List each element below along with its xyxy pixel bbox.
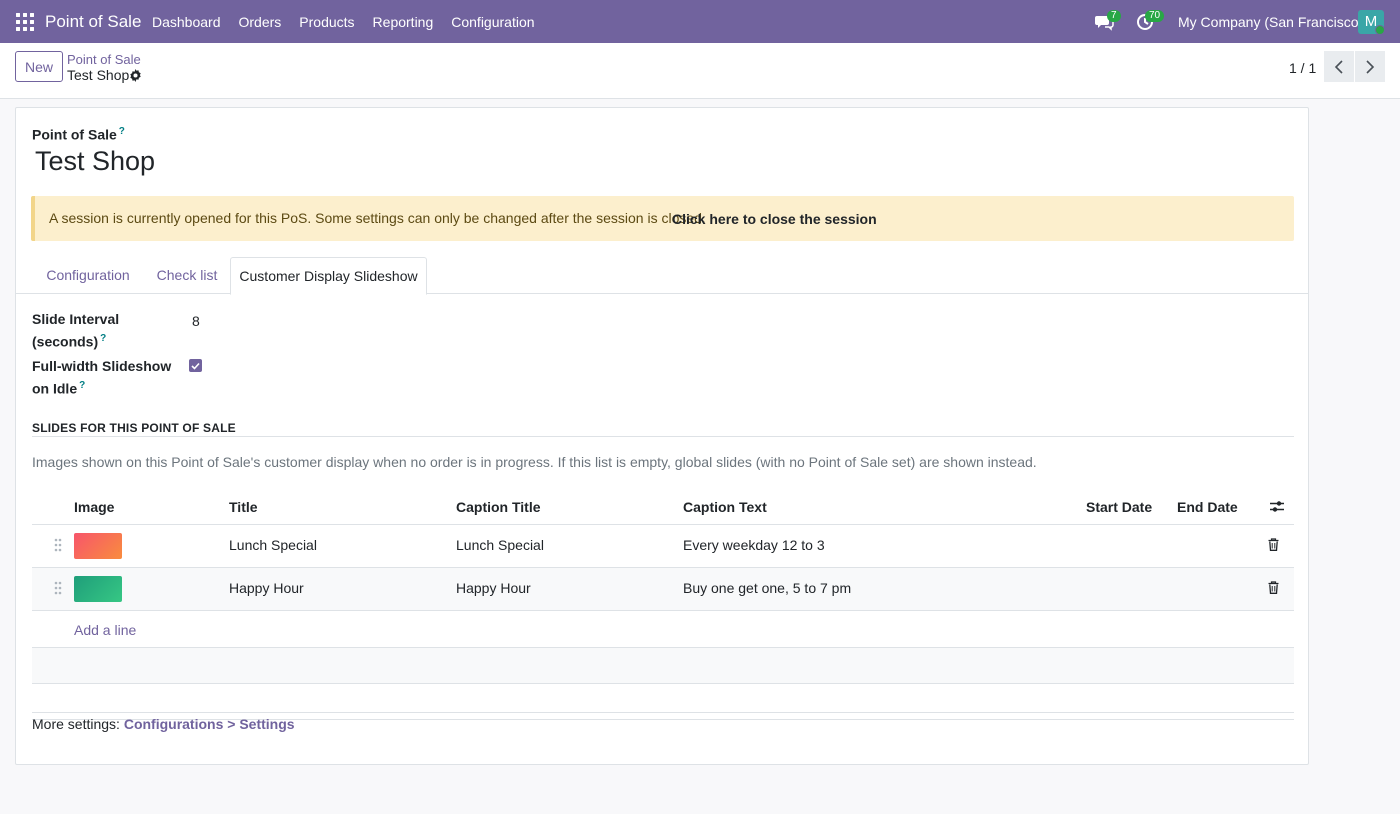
slide-interval-input[interactable]: 8 — [192, 313, 200, 329]
table-row[interactable]: Happy Hour Happy Hour Buy one get one, 5… — [32, 568, 1294, 611]
form-sheet: Point of Sale? Test Shop A session is cu… — [15, 107, 1309, 765]
presence-indicator — [1375, 25, 1385, 35]
slide-image-thumbnail[interactable] — [74, 533, 122, 559]
fullwidth-label-line1: Full-width Slideshow — [32, 358, 172, 374]
section-divider — [32, 436, 1294, 437]
fullwidth-slideshow-checkbox[interactable] — [189, 359, 202, 372]
slide-interval-help[interactable]: ? — [100, 333, 106, 344]
tab-check-list[interactable]: Check list — [144, 257, 230, 294]
apps-menu-icon[interactable] — [16, 13, 34, 31]
slide-interval-label-line1: Slide Interval — [32, 311, 120, 327]
top-navbar: Point of Sale Dashboard Orders Products … — [0, 0, 1400, 43]
menu-orders[interactable]: Orders — [239, 14, 282, 30]
empty-row — [32, 648, 1294, 684]
fullwidth-help[interactable]: ? — [79, 380, 85, 391]
slide-interval-label: Slide Interval (seconds)? — [32, 309, 119, 352]
company-switcher[interactable]: My Company (San Francisco) — [1178, 14, 1363, 30]
cell-caption-text[interactable]: Every weekday 12 to 3 — [683, 537, 825, 553]
app-brand[interactable]: Point of Sale — [45, 12, 141, 32]
breadcrumb-parent[interactable]: Point of Sale — [67, 52, 141, 67]
checkmark-icon — [191, 362, 200, 370]
menu-reporting[interactable]: Reporting — [373, 14, 434, 30]
column-header-caption-title[interactable]: Caption Title — [456, 499, 541, 515]
column-header-title[interactable]: Title — [229, 499, 258, 515]
main-menu: Dashboard Orders Products Reporting Conf… — [152, 14, 553, 30]
activities-badge: 70 — [1145, 10, 1165, 22]
name-label-text: Point of Sale — [32, 126, 117, 143]
control-panel: New Point of Sale Test Shop 1 / 1 — [0, 43, 1400, 99]
column-header-image[interactable]: Image — [74, 499, 114, 515]
add-a-line-link[interactable]: Add a line — [74, 622, 136, 638]
breadcrumb-current: Test Shop — [67, 67, 130, 83]
trash-icon[interactable] — [1268, 538, 1279, 551]
cell-caption-title[interactable]: Lunch Special — [456, 537, 544, 553]
record-name-input[interactable]: Test Shop — [35, 146, 155, 177]
drag-handle-icon[interactable] — [54, 538, 62, 552]
notebook-tabs: Configuration Check list Customer Displa… — [16, 257, 1308, 295]
name-field-label: Point of Sale? — [32, 126, 125, 143]
table-row[interactable]: Lunch Special Lunch Special Every weekda… — [32, 525, 1294, 568]
configurations-settings-link[interactable]: Configurations > Settings — [124, 716, 295, 732]
slides-section-description: Images shown on this Point of Sale's cus… — [32, 454, 1037, 470]
fullwidth-slideshow-label: Full-width Slideshow on Idle? — [32, 356, 171, 399]
drag-handle-icon[interactable] — [54, 581, 62, 595]
slides-section-title: SLIDES FOR THIS POINT OF SALE — [32, 421, 236, 435]
more-settings: More settings: Configurations > Settings — [32, 716, 295, 732]
slide-image-thumbnail[interactable] — [74, 576, 122, 602]
session-alert: A session is currently opened for this P… — [31, 196, 1294, 241]
column-header-start-date[interactable]: Start Date — [1086, 499, 1152, 515]
tab-configuration[interactable]: Configuration — [32, 257, 144, 294]
menu-dashboard[interactable]: Dashboard — [152, 14, 221, 30]
gear-icon[interactable] — [129, 69, 142, 82]
column-header-caption-text[interactable]: Caption Text — [683, 499, 767, 515]
cell-title[interactable]: Lunch Special — [229, 537, 317, 553]
pager-value[interactable]: 1 / 1 — [1289, 60, 1316, 76]
cell-title[interactable]: Happy Hour — [229, 580, 304, 596]
fullwidth-label-line2: on Idle — [32, 380, 78, 397]
chevron-right-icon — [1366, 59, 1375, 74]
trash-icon[interactable] — [1268, 581, 1279, 594]
tab-customer-display-slideshow[interactable]: Customer Display Slideshow — [230, 257, 427, 295]
new-button[interactable]: New — [15, 51, 63, 82]
close-session-link[interactable]: Click here to close the session — [672, 211, 877, 227]
cell-caption-title[interactable]: Happy Hour — [456, 580, 531, 596]
messages-badge: 7 — [1107, 10, 1121, 22]
menu-products[interactable]: Products — [299, 14, 354, 30]
optional-columns-toggle-icon[interactable] — [1270, 500, 1284, 513]
pager-previous-button[interactable] — [1324, 51, 1354, 82]
more-settings-prefix: More settings: — [32, 716, 124, 732]
footer-divider — [32, 712, 1294, 713]
slide-interval-label-line2: (seconds) — [32, 333, 99, 350]
cell-caption-text[interactable]: Buy one get one, 5 to 7 pm — [683, 580, 851, 596]
pager-next-button[interactable] — [1355, 51, 1385, 82]
column-header-end-date[interactable]: End Date — [1177, 499, 1238, 515]
name-help-tooltip[interactable]: ? — [119, 126, 125, 137]
menu-configuration[interactable]: Configuration — [451, 14, 534, 30]
chevron-left-icon — [1334, 59, 1343, 74]
add-line-row — [32, 611, 1294, 648]
session-alert-text: A session is currently opened for this P… — [49, 210, 706, 226]
empty-row — [32, 684, 1294, 720]
